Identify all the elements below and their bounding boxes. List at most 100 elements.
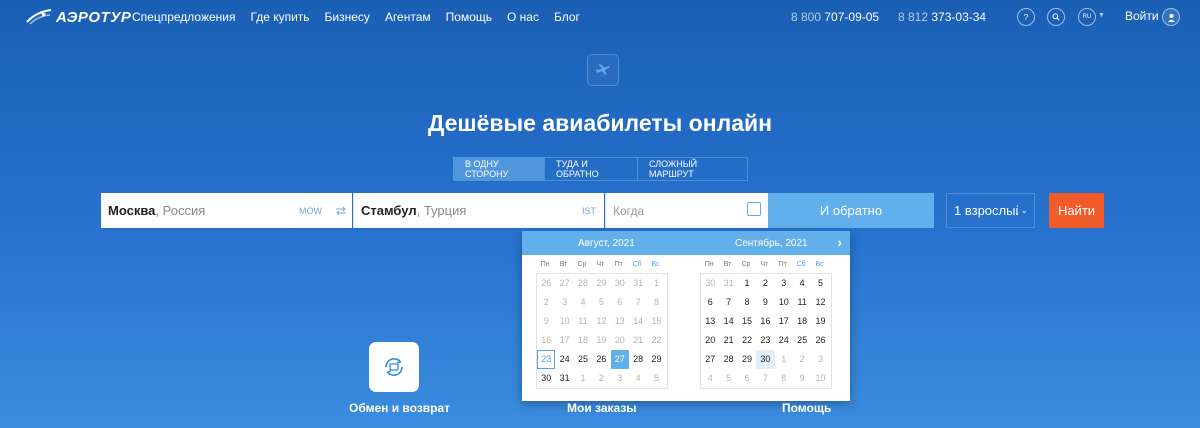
calendar-day[interactable]: 26 bbox=[811, 331, 829, 350]
user-button[interactable] bbox=[1162, 8, 1180, 26]
my-orders-label[interactable]: Мои заказы bbox=[567, 401, 637, 415]
nav-where-to-buy[interactable]: Где купить bbox=[251, 10, 310, 24]
tab-round-trip[interactable]: Туда и обратно bbox=[544, 157, 638, 181]
calendar-day[interactable]: 22 bbox=[738, 331, 756, 350]
month-september: Пн Вт Ср Чт Пт Сб Вс 30 31 1 2 3 4 5 6 7 8 9 10 11 12… bbox=[700, 257, 844, 389]
calendar-day[interactable]: 23 bbox=[537, 350, 556, 369]
exchange-icon bbox=[385, 357, 403, 377]
calendar-day[interactable]: 16 bbox=[756, 312, 774, 331]
page-title: Дешёвые авиабилеты онлайн bbox=[427, 110, 773, 136]
calendar-day[interactable]: 2 bbox=[756, 274, 774, 293]
calendar-day: 7 bbox=[762, 373, 768, 383]
calendar-day: 12 bbox=[596, 316, 607, 326]
nav-specials[interactable]: Спецпредложения bbox=[132, 10, 236, 24]
calendar-day[interactable]: 10 bbox=[775, 293, 793, 312]
calendar-day[interactable]: 6 bbox=[701, 293, 719, 312]
return-date-button[interactable]: И обратно bbox=[768, 193, 934, 228]
calendar-day[interactable]: 24 bbox=[775, 331, 793, 350]
search-icon bbox=[1052, 13, 1060, 21]
calendar-day[interactable]: 4 bbox=[793, 274, 811, 293]
date-picker: Август, 2021 Сентябрь, 2021 › Пн Вт Ср Ч… bbox=[522, 231, 850, 401]
chevron-down-icon: ▼ bbox=[1098, 12, 1105, 19]
calendar-day[interactable]: 5 bbox=[811, 274, 829, 293]
tab-multi-city[interactable]: Сложный маршрут bbox=[637, 157, 748, 181]
help-button[interactable]: ? bbox=[1017, 8, 1035, 26]
phone-1[interactable]: 8 800 707-09-05 bbox=[791, 10, 879, 24]
date-placeholder: Когда bbox=[613, 203, 645, 218]
calendar-day[interactable]: 14 bbox=[719, 312, 737, 331]
calendar-day[interactable]: 13 bbox=[701, 312, 719, 331]
calendar-day[interactable]: 9 bbox=[756, 293, 774, 312]
passengers-select[interactable]: 1 взрослый ⌄ bbox=[946, 193, 1035, 228]
help-label[interactable]: Помощь bbox=[782, 401, 831, 415]
weekday-row: Пн Вт Ср Чт Пт Сб Вс bbox=[704, 260, 824, 268]
destination-country: , Турция bbox=[416, 203, 467, 218]
calendar-day[interactable]: 25 bbox=[793, 331, 811, 350]
calendar-day[interactable]: 27 bbox=[610, 350, 629, 369]
calendar-day[interactable]: 26 bbox=[592, 350, 610, 369]
calendar-day: 30 bbox=[614, 278, 625, 288]
nav-help[interactable]: Помощь bbox=[446, 10, 492, 24]
nav-about[interactable]: О нас bbox=[507, 10, 539, 24]
calendar-day[interactable]: 23 bbox=[756, 331, 774, 350]
calendar-day[interactable]: 25 bbox=[574, 350, 592, 369]
chevron-down-icon: ⌄ bbox=[1020, 205, 1028, 215]
user-icon bbox=[1167, 13, 1175, 22]
calendar-day[interactable]: 31 bbox=[555, 369, 573, 388]
origin-field[interactable]: Москва , Россия MOW bbox=[101, 193, 330, 228]
nav-agents[interactable]: Агентам bbox=[385, 10, 431, 24]
logo[interactable]: АЭРОТУР bbox=[26, 8, 131, 26]
calendar-day: 6 bbox=[617, 297, 623, 307]
calendar-day[interactable]: 28 bbox=[629, 350, 647, 369]
calendar-day[interactable]: 18 bbox=[793, 312, 811, 331]
calendar-day[interactable]: 19 bbox=[811, 312, 829, 331]
login-link[interactable]: Войти bbox=[1125, 9, 1159, 23]
calendar-day[interactable]: 21 bbox=[719, 331, 737, 350]
calendar-day: 10 bbox=[815, 373, 826, 383]
departure-date-field[interactable]: Когда bbox=[605, 193, 768, 228]
destination-code: IST bbox=[581, 205, 596, 216]
calendar-day[interactable]: 24 bbox=[555, 350, 573, 369]
swap-button[interactable] bbox=[330, 193, 352, 228]
trip-type-tabs: В одну сторону Туда и обратно Сложный ма… bbox=[453, 157, 748, 181]
origin-country: , Россия bbox=[155, 203, 206, 218]
language-code: RU bbox=[1082, 14, 1092, 20]
calendar-day[interactable]: 7 bbox=[719, 293, 737, 312]
exchange-refund-button[interactable] bbox=[369, 342, 419, 392]
calendar-day[interactable]: 17 bbox=[775, 312, 793, 331]
calendar-day[interactable]: 11 bbox=[793, 293, 811, 312]
calendar-day: 2 bbox=[799, 354, 805, 364]
nav-business[interactable]: Бизнесу bbox=[325, 10, 370, 24]
calendar-day[interactable]: 3 bbox=[775, 274, 793, 293]
calendar-day: 4 bbox=[707, 373, 713, 383]
calendar-day[interactable]: 8 bbox=[738, 293, 756, 312]
tab-one-way[interactable]: В одну сторону bbox=[453, 157, 545, 181]
calendar-icon[interactable] bbox=[747, 202, 761, 216]
destination-city: Стамбул bbox=[361, 203, 417, 218]
calendar-day[interactable]: 29 bbox=[647, 350, 665, 369]
calendar-day[interactable]: 1 bbox=[738, 274, 756, 293]
calendar-day: 30 bbox=[705, 278, 716, 288]
calendar-day[interactable]: 15 bbox=[738, 312, 756, 331]
chevron-right-icon[interactable]: › bbox=[837, 234, 842, 250]
language-selector[interactable]: RU bbox=[1078, 8, 1096, 26]
plane-badge bbox=[587, 54, 619, 86]
day-grid-august: 26 27 28 29 30 31 1 2 3 4 5 6 7 8 9 10 11 12 13 14 15 16 17 18 1… bbox=[536, 273, 668, 389]
destination-field[interactable]: Стамбул , Турция IST bbox=[353, 193, 604, 228]
calendar-day[interactable]: 12 bbox=[811, 293, 829, 312]
logo-icon bbox=[26, 9, 52, 25]
calendar-day: 9 bbox=[543, 316, 549, 326]
exchange-refund-label[interactable]: Обмен и возврат bbox=[349, 401, 450, 415]
search-button[interactable] bbox=[1047, 8, 1065, 26]
calendar-day: 4 bbox=[580, 297, 586, 307]
calendar-day[interactable]: 20 bbox=[701, 331, 719, 350]
calendar-day[interactable]: 30 bbox=[756, 350, 775, 369]
nav-blog[interactable]: Блог bbox=[554, 10, 580, 24]
phone-2[interactable]: 8 812 373-03-34 bbox=[898, 10, 986, 24]
calendar-day[interactable]: 29 bbox=[738, 350, 756, 369]
calendar-day[interactable]: 28 bbox=[719, 350, 737, 369]
calendar-day[interactable]: 27 bbox=[701, 350, 719, 369]
calendar-day[interactable]: 30 bbox=[537, 369, 555, 388]
search-flights-button[interactable]: Найти bbox=[1049, 193, 1104, 228]
calendar-day: 3 bbox=[617, 373, 623, 383]
